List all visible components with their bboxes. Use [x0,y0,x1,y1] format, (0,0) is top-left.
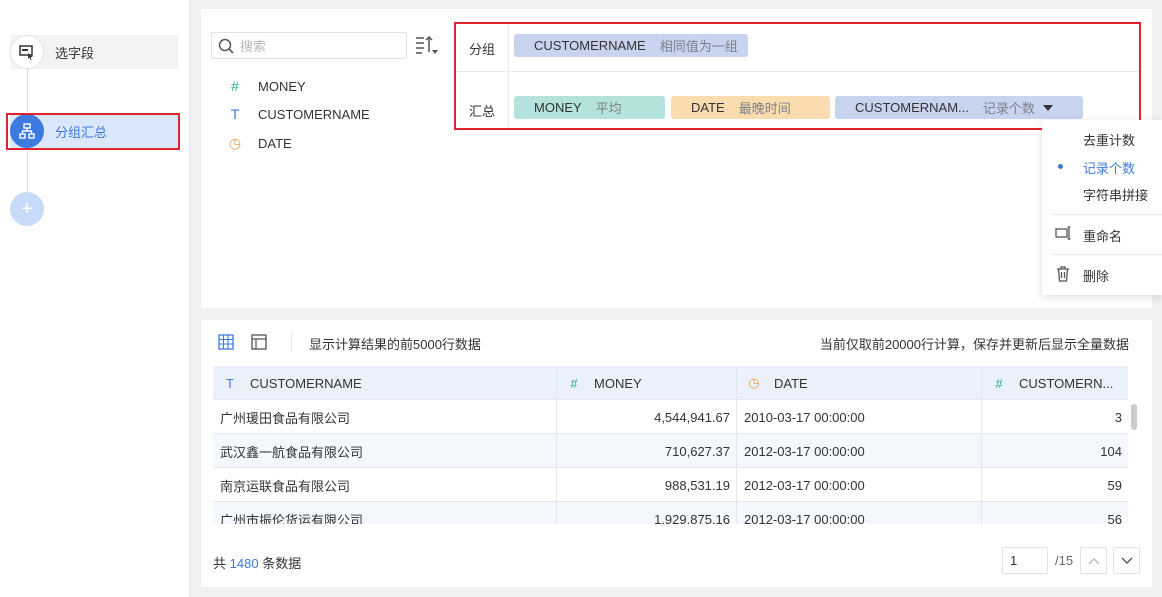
divider [508,24,509,128]
table-header: T CUSTOMERNAME # MONEY ◷ DATE # CUSTOMERN... [213,366,1128,400]
chip-name: CUSTOMERNAM... [855,100,969,115]
text-icon: T [226,375,234,391]
preview-note: 当前仅取前20000行计算，保存并更新后显示全量数据 [819,337,1129,352]
search-icon [218,38,234,54]
menu-item-rename[interactable]: 重命名 [1083,226,1122,245]
menu-item-delete[interactable]: 删除 [1083,266,1109,285]
cell: 武汉鑫一航食品有限公司 [213,434,557,468]
toolbar-divider [291,332,292,352]
field-search-input[interactable]: 搜索 [211,32,407,59]
chip-name: DATE [691,100,725,115]
step-label: 选字段 [55,45,95,61]
step-select-field[interactable]: 选字段 [10,35,178,69]
chip-sub: 记录个数 [982,101,1035,116]
menu-item-string-concat[interactable]: 字符串拼接 [1083,185,1148,204]
field-item-money[interactable]: # MONEY [228,78,306,94]
summary-chip-money[interactable]: MONEY 平均 [514,96,665,119]
result-table: T CUSTOMERNAME # MONEY ◷ DATE # CUSTOMERN...… [213,366,1128,524]
column-header[interactable]: # MONEY [557,366,737,400]
table-view-icon[interactable] [218,334,234,350]
field-item-customername[interactable]: T CUSTOMERNAME [228,106,370,122]
cell: 710,627.37 [557,434,737,468]
selected-dot-icon [1058,164,1063,169]
cell: 南京运联食品有限公司 [213,468,557,502]
field-name: DATE [258,136,292,151]
cell: 56 [1107,511,1122,525]
number-icon: # [995,375,1003,391]
cell: 广州瑗田食品有限公司 [213,400,557,434]
prev-page-button[interactable] [1080,547,1107,574]
cell: 2010-03-17 00:00:00 [737,400,982,434]
cell: 3 [1114,409,1122,425]
summary-chip-date[interactable]: DATE 最晚时间 [671,96,830,119]
field-name: CUSTOMERNAME [258,106,370,122]
group-chip-customername[interactable]: CUSTOMERNAME 相同值为一组 [514,34,748,57]
cell: 988,531.19 [557,468,737,502]
chip-sub: 相同值为一组 [659,39,738,54]
group-label: 分组 [468,42,495,57]
layout-icon[interactable] [251,334,267,350]
cell: 2012-03-17 00:00:00 [737,434,982,468]
column-header[interactable]: T CUSTOMERNAME [213,366,557,400]
add-icon: + [10,192,44,226]
menu-item-distinct-count[interactable]: 去重计数 [1083,130,1135,149]
column-header[interactable]: ◷ DATE [737,366,982,400]
group-summary-config: 分组 汇总 CUSTOMERNAME 相同值为一组 MONEY 平均 DATE … [454,22,1141,130]
chip-name: MONEY [534,100,582,115]
table-scrollbar[interactable] [1131,404,1137,430]
rename-icon [1055,226,1071,240]
field-item-date[interactable]: ◷ DATE [228,135,292,152]
add-step-button[interactable]: + [10,192,44,226]
column-header[interactable]: # CUSTOMERN... [982,366,1128,400]
step-panel: 选字段 分组汇总 + [0,0,190,597]
highlight-box [6,113,180,150]
chip-sub: 平均 [595,101,622,116]
table-row: 武汉鑫一航食品有限公司 710,627.37 2012-03-17 00:00:… [213,434,1128,468]
cell: 2012-03-17 00:00:00 [737,468,982,502]
chevron-up-icon [1088,557,1099,564]
cell: 4,544,941.67 [557,400,737,434]
caret-down-icon[interactable] [1042,104,1053,112]
number-icon: # [570,375,578,391]
field-name: MONEY [258,78,306,94]
cell: 广州市振伦货运有限公司 [213,502,557,524]
chevron-down-icon [1121,557,1132,564]
page-total: /15 [1055,553,1074,568]
record-count: 1480 [229,556,259,571]
page-input[interactable]: 1 [1002,547,1048,574]
next-page-button[interactable] [1113,547,1140,574]
trash-icon [1057,266,1069,282]
summary-label: 汇总 [468,104,495,119]
menu-divider [1052,254,1162,255]
record-total: 共 1480 条数据 [213,556,302,571]
preview-info: 显示计算结果的前5000行数据 [309,337,481,352]
table-row: 广州瑗田食品有限公司 4,544,941.67 2010-03-17 00:00… [213,400,1128,434]
search-placeholder: 搜索 [240,39,267,54]
divider [456,71,1139,72]
cell: 59 [1107,477,1122,493]
chip-sub: 最晚时间 [738,101,791,116]
menu-item-record-count[interactable]: 记录个数 [1083,158,1135,177]
cell: 2012-03-17 00:00:00 [737,502,982,524]
clock-icon: ◷ [228,135,242,151]
cell: 1,929,875.16 [557,502,737,524]
clock-icon: ◷ [748,375,760,390]
number-icon: # [231,78,239,94]
summary-chip-customername[interactable]: CUSTOMERNAM... 记录个数 [835,96,1083,119]
menu-divider [1052,214,1162,215]
table-row: 广州市振伦货运有限公司 1,929,875.16 2012-03-17 00:0… [213,502,1128,524]
sort-icon[interactable] [415,35,439,60]
text-icon: T [230,106,240,122]
cell: 104 [1100,443,1122,459]
chip-name: CUSTOMERNAME [534,38,646,53]
select-field-icon [10,35,44,69]
aggregation-menu: 去重计数 记录个数 字符串拼接 重命名 删除 [1042,120,1162,295]
table-row: 南京运联食品有限公司 988,531.19 2012-03-17 00:00:0… [213,468,1128,502]
